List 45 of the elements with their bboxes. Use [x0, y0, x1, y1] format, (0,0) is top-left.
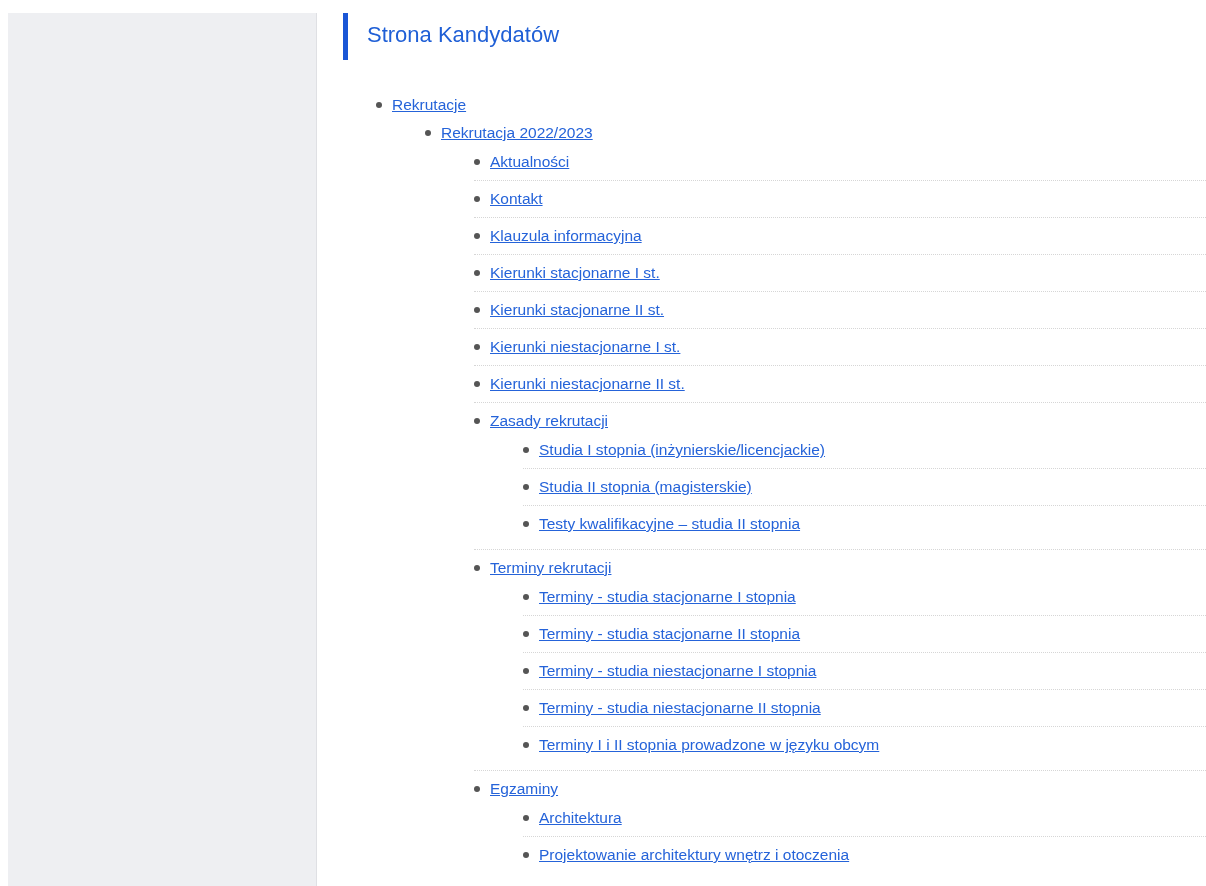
bullet-icon: [474, 269, 480, 276]
bullet-icon: [523, 704, 529, 711]
bullet-icon: [376, 101, 382, 108]
bullet-icon: [523, 630, 529, 637]
nav-link[interactable]: Terminy - studia stacjonarne I stopnia: [539, 585, 796, 608]
bullet-icon: [474, 564, 480, 571]
nav-link[interactable]: Kierunki niestacjonarne I st.: [490, 335, 681, 358]
bullet-icon: [523, 483, 529, 490]
nav-link[interactable]: Zasady rekrutacji: [490, 409, 608, 432]
nav-link[interactable]: Kierunki niestacjonarne II st.: [490, 372, 685, 395]
bullet-icon: [425, 129, 431, 136]
nav-link[interactable]: Studia I stopnia (inżynierskie/licencjackie): [539, 438, 826, 461]
nav-link[interactable]: Terminy - studia stacjonarne II stopnia: [539, 622, 801, 645]
nav-link[interactable]: Kierunki stacjonarne II st.: [490, 298, 665, 321]
bullet-icon: [474, 417, 480, 424]
bullet-icon: [523, 446, 529, 453]
nav-link[interactable]: Rekrutacja 2022/2023: [441, 121, 593, 144]
bullet-icon: [474, 306, 480, 313]
bullet-icon: [523, 814, 529, 821]
bullet-icon: [523, 851, 529, 858]
bullet-icon: [474, 343, 480, 350]
nav-link[interactable]: Kontakt: [490, 187, 543, 210]
page-heading: Strona Kandydatów: [343, 13, 1206, 60]
nav-link[interactable]: Terminy - studia niestacjonarne II stopnia: [539, 696, 821, 719]
nav-link[interactable]: Egzaminy: [490, 777, 559, 800]
nav-link[interactable]: Testy kwalifikacyjne – studia II stopnia: [539, 512, 801, 535]
bullet-icon: [523, 667, 529, 674]
nav-link[interactable]: Architektura: [539, 806, 622, 829]
bullet-icon: [474, 785, 480, 792]
bullet-icon: [474, 232, 480, 239]
nav-link[interactable]: Klauzula informacyjna: [490, 224, 642, 247]
bullet-icon: [523, 741, 529, 748]
nav-link[interactable]: Aktualności: [490, 150, 570, 173]
bullet-icon: [474, 195, 480, 202]
nav-link[interactable]: Terminy - studia niestacjonarne I stopnia: [539, 659, 817, 682]
nav-link[interactable]: Rekrutacje: [392, 93, 467, 116]
nav-link[interactable]: Kierunki stacjonarne I st.: [490, 261, 660, 284]
nav-link[interactable]: Terminy rekrutacji: [490, 556, 612, 579]
bullet-icon: [474, 380, 480, 387]
nav-link[interactable]: Terminy I i II stopnia prowadzone w języku obcym: [539, 733, 880, 756]
bullet-icon: [523, 593, 529, 600]
nav-link[interactable]: Projektowanie architektury wnętrz i otoczenia: [539, 843, 850, 866]
bullet-icon: [474, 158, 480, 165]
bullet-icon: [523, 520, 529, 527]
nav-link[interactable]: Studia II stopnia (magisterskie): [539, 475, 752, 498]
